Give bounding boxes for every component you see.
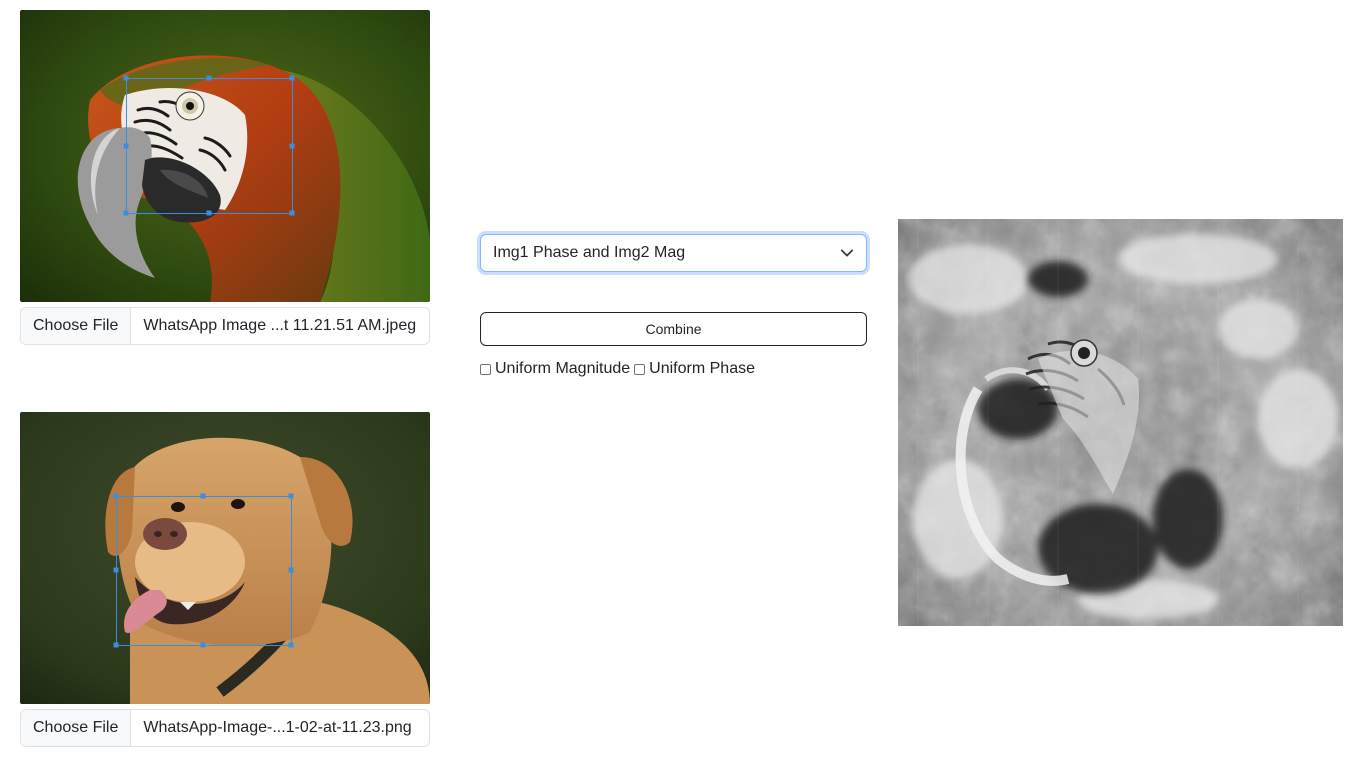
crop-handle[interactable]	[123, 143, 129, 149]
app-page: Choose File WhatsApp Image ...t 11.21.51…	[0, 0, 1366, 768]
crop-handle[interactable]	[289, 143, 295, 149]
image2-file-input[interactable]: Choose File WhatsApp-Image-...1-02-at-11…	[20, 709, 430, 747]
choose-file-button[interactable]: Choose File	[21, 710, 132, 746]
result-image	[898, 219, 1343, 626]
crop-handle[interactable]	[113, 642, 119, 648]
uniform-phase-checkbox[interactable]	[634, 363, 646, 375]
crop-handle[interactable]	[206, 75, 212, 81]
mode-select[interactable]: Img1 Phase and Img2 Mag	[480, 234, 867, 272]
image1-crop-region[interactable]	[126, 78, 293, 214]
crop-handle[interactable]	[288, 493, 294, 499]
image1-file-input[interactable]: Choose File WhatsApp Image ...t 11.21.51…	[20, 307, 430, 345]
crop-handle[interactable]	[288, 567, 294, 573]
image2-file-name: WhatsApp-Image-...1-02-at-11.23.png	[143, 719, 412, 736]
crop-handle[interactable]	[289, 210, 295, 216]
uniform-magnitude-checkbox[interactable]	[480, 363, 491, 375]
image1-preview[interactable]	[20, 10, 430, 302]
crop-handle[interactable]	[123, 210, 129, 216]
combine-button[interactable]: Combine	[480, 312, 867, 346]
chevron-down-icon	[840, 249, 854, 257]
crop-handle[interactable]	[200, 493, 206, 499]
uniform-magnitude-label[interactable]: Uniform Magnitude	[495, 360, 630, 378]
combined-output-image	[898, 219, 1343, 626]
uniform-options: Uniform Magnitude Uniform Phase	[480, 360, 759, 378]
image1-file-name: WhatsApp Image ...t 11.21.51 AM.jpeg	[143, 317, 417, 334]
crop-handle[interactable]	[123, 75, 129, 81]
uniform-phase-label[interactable]: Uniform Phase	[649, 360, 755, 378]
image2-preview[interactable]	[20, 412, 430, 704]
crop-handle[interactable]	[289, 75, 295, 81]
crop-handle[interactable]	[113, 493, 119, 499]
choose-file-button[interactable]: Choose File	[21, 308, 132, 344]
mode-select-value: Img1 Phase and Img2 Mag	[493, 244, 686, 261]
crop-handle[interactable]	[206, 210, 212, 216]
crop-handle[interactable]	[200, 642, 206, 648]
crop-handle[interactable]	[113, 567, 119, 573]
image2-crop-region[interactable]	[116, 496, 292, 646]
crop-handle[interactable]	[288, 642, 294, 648]
